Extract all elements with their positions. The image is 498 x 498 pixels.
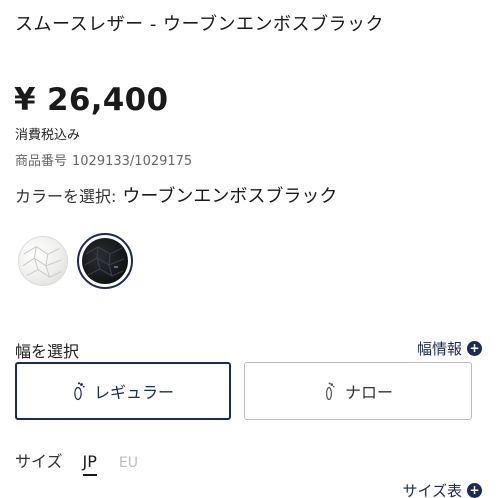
size-unit-eu[interactable]: EU bbox=[119, 455, 138, 474]
selected-color-name: ウーブンエンボスブラック bbox=[122, 186, 338, 207]
product-number: 商品番号 1029133/1029175 bbox=[15, 150, 192, 169]
plus-circle-icon: + bbox=[467, 483, 482, 498]
product-number-label: 商品番号 bbox=[15, 154, 68, 169]
width-info-link-label: 幅情報 bbox=[416, 340, 462, 358]
plus-circle-icon: + bbox=[467, 341, 482, 356]
size-chart-link[interactable]: サイズ表 + bbox=[402, 480, 482, 498]
foot-icon bbox=[74, 382, 85, 401]
size-chart-link-label: サイズ表 bbox=[402, 482, 462, 498]
color-selection: カラーを選択: ウーブンエンボスブラック bbox=[15, 182, 337, 208]
color-swatch-black-inner bbox=[82, 238, 128, 284]
size-unit-jp[interactable]: JP bbox=[82, 452, 97, 476]
width-option-regular-label: レギュラー bbox=[93, 383, 174, 402]
embossed-weave-pattern bbox=[84, 246, 125, 277]
width-option-regular[interactable]: レギュラー bbox=[15, 362, 231, 420]
color-label: カラーを選択: bbox=[15, 187, 117, 206]
width-option-narrow-label: ナロー bbox=[344, 383, 393, 402]
product-number-value: 1029133/1029175 bbox=[72, 154, 193, 169]
product-title: スムースレザー - ウーブンエンボスブラック bbox=[15, 14, 384, 35]
swatch-glint bbox=[114, 266, 118, 268]
embossed-weave-pattern bbox=[22, 246, 62, 278]
foot-icon bbox=[325, 382, 335, 401]
width-label: 幅を選択 bbox=[15, 342, 80, 361]
width-info-link[interactable]: 幅情報 + bbox=[417, 338, 482, 359]
size-label: サイズ bbox=[15, 452, 63, 471]
product-price: ¥ 26,400 bbox=[14, 82, 169, 118]
width-option-narrow[interactable]: ナロー bbox=[244, 362, 472, 420]
color-swatch-white[interactable] bbox=[18, 236, 68, 286]
size-unit-row: サイズ JP EU bbox=[15, 448, 160, 476]
color-swatch-black[interactable] bbox=[77, 233, 133, 289]
tax-note: 消費税込み bbox=[15, 128, 81, 143]
